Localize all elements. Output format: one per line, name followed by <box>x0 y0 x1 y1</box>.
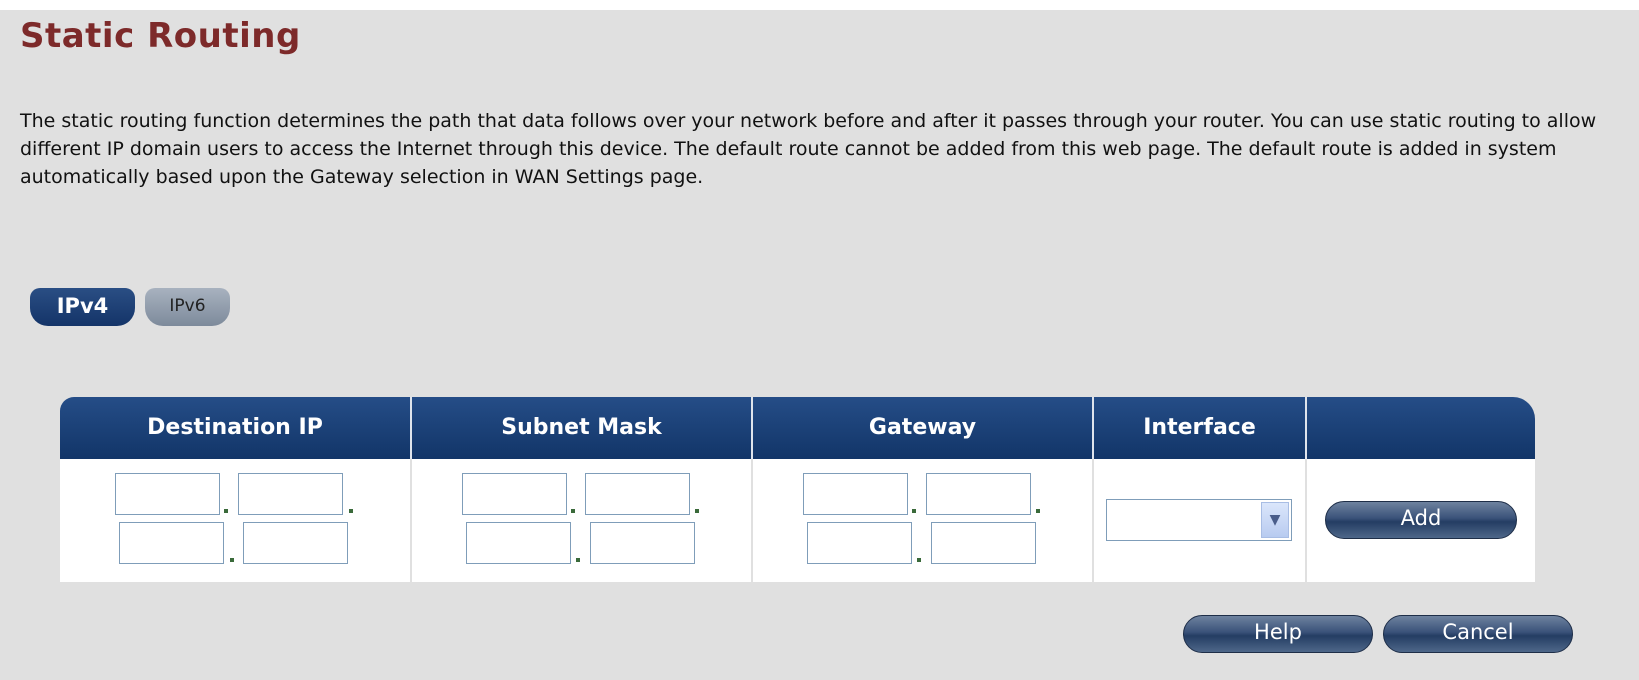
subnet-mask-octet-2[interactable] <box>585 473 690 515</box>
subnet-mask-octet-3[interactable] <box>466 522 571 564</box>
tab-ipv6[interactable]: IPv6 <box>145 288 230 326</box>
ip-separator-dot <box>917 558 921 562</box>
column-header-gateway: Gateway <box>753 397 1094 459</box>
content-panel: Static Routing The static routing functi… <box>0 10 1639 680</box>
gateway-octet-2[interactable] <box>926 473 1031 515</box>
destination-ip-octet-1[interactable] <box>115 473 220 515</box>
destination-ip-octet-4[interactable] <box>243 522 348 564</box>
table-header-row: Destination IP Subnet Mask Gateway Inter… <box>60 397 1535 459</box>
action-cell: Add <box>1307 459 1535 582</box>
add-button[interactable]: Add <box>1325 501 1517 539</box>
ip-separator-dot <box>1036 509 1040 513</box>
subnet-mask-cell <box>412 459 753 582</box>
page-title: Static Routing <box>20 16 301 56</box>
column-header-subnet-mask: Subnet Mask <box>412 397 753 459</box>
subnet-mask-octet-1[interactable] <box>462 473 567 515</box>
ip-separator-dot <box>230 558 234 562</box>
column-header-action <box>1307 397 1535 459</box>
table-row: ▼ Add <box>60 459 1535 582</box>
cancel-button[interactable]: Cancel <box>1383 615 1573 653</box>
ip-separator-dot <box>571 509 575 513</box>
interface-cell: ▼ <box>1094 459 1307 582</box>
ip-separator-dot <box>224 509 228 513</box>
ip-separator-dot <box>349 509 353 513</box>
static-route-table: Destination IP Subnet Mask Gateway Inter… <box>60 397 1535 582</box>
gateway-octet-4[interactable] <box>931 522 1036 564</box>
chevron-down-icon[interactable]: ▼ <box>1261 502 1289 538</box>
column-header-destination-ip: Destination IP <box>60 397 412 459</box>
gateway-octet-3[interactable] <box>807 522 912 564</box>
destination-ip-octet-2[interactable] <box>238 473 343 515</box>
ip-separator-dot <box>695 509 699 513</box>
destination-ip-cell <box>60 459 412 582</box>
help-button[interactable]: Help <box>1183 615 1373 653</box>
column-header-interface: Interface <box>1094 397 1307 459</box>
gateway-cell <box>753 459 1094 582</box>
tab-ipv4[interactable]: IPv4 <box>30 288 135 326</box>
gateway-octet-1[interactable] <box>803 473 908 515</box>
page-description: The static routing function determines t… <box>20 110 1597 188</box>
destination-ip-octet-3[interactable] <box>119 522 224 564</box>
ip-separator-dot <box>912 509 916 513</box>
subnet-mask-octet-4[interactable] <box>590 522 695 564</box>
ip-separator-dot <box>576 558 580 562</box>
interface-select[interactable]: ▼ <box>1106 499 1292 541</box>
